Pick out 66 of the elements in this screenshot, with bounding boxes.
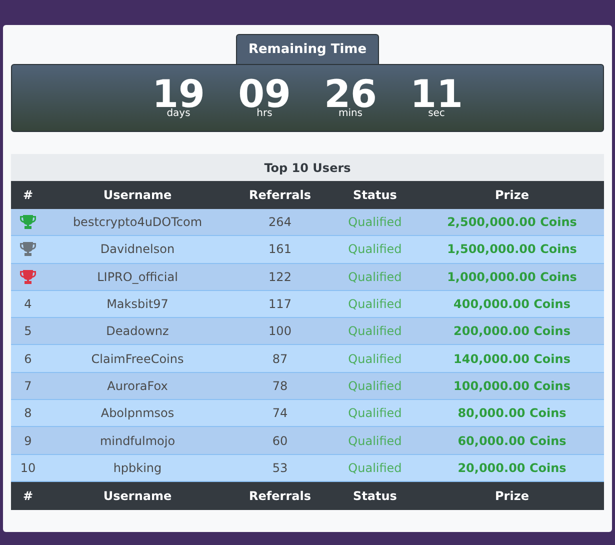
rank-number: 5 [24, 323, 32, 340]
prize-cell-text: 1,000,000.00 Coins [447, 268, 577, 286]
prize-cell-text: 60,000.00 Coins [458, 432, 566, 450]
prize-cell-text: 100,000.00 Coins [454, 378, 570, 395]
countdown-number: 26 [324, 79, 377, 109]
username-cell-text: bestcrypto4uDOTcom [72, 214, 202, 232]
status-cell-text: Qualified [348, 378, 402, 395]
countdown-unit: mins [338, 109, 363, 119]
username-cell-text: Davidnelson [100, 241, 175, 258]
status-cell-text: Qualified [348, 214, 402, 232]
rank-number: 6 [24, 350, 32, 368]
column-header: Username [103, 187, 172, 204]
prize-cell-text: 20,000.00 Coins [458, 460, 566, 477]
countdown-number: 19 [152, 79, 205, 109]
column-header: # [22, 488, 34, 505]
status-cell-text: Qualified [348, 296, 402, 314]
column-header: Prize [495, 187, 529, 204]
rank-number: 4 [24, 296, 32, 314]
referrals-cell-text: 264 [268, 214, 292, 232]
username-cell-text: AuroraFox [107, 378, 168, 395]
referrals-cell-text: 117 [268, 296, 292, 314]
prize-cell-text: 140,000.00 Coins [454, 350, 570, 368]
prize-cell-text: 80,000.00 Coins [458, 405, 566, 422]
username-cell-text: LIPRO_official [97, 268, 178, 286]
rank-number: 7 [24, 378, 32, 395]
rank-number: 8 [24, 405, 32, 422]
status-cell-text: Qualified [348, 241, 402, 258]
referrals-cell-text: 122 [268, 268, 292, 286]
username-cell-text: hpbking [113, 460, 162, 477]
column-header: Referrals [249, 488, 311, 505]
prize-cell-text: 400,000.00 Coins [454, 296, 570, 314]
column-header: Username [103, 488, 172, 505]
countdown-unit: sec [428, 109, 445, 119]
username-cell-text: Maksbit97 [106, 296, 168, 314]
rank-number: 10 [20, 460, 36, 477]
referrals-cell-text: 161 [268, 241, 292, 258]
status-cell-text: Qualified [348, 460, 402, 477]
column-header: Referrals [249, 187, 311, 204]
prize-cell-text: 1,500,000.00 Coins [447, 241, 577, 258]
countdown-number: 09 [238, 79, 291, 109]
countdown-unit: hrs [256, 109, 272, 119]
referrals-cell-text: 74 [272, 405, 288, 422]
prize-cell-text: 200,000.00 Coins [454, 323, 570, 340]
username-cell-text: Abolpnmsos [100, 405, 174, 422]
referrals-cell-text: 53 [272, 460, 288, 477]
countdown-unit: days [166, 109, 190, 119]
status-cell-text: Qualified [348, 405, 402, 422]
username-cell-text: Deadownz [106, 323, 169, 340]
referrals-cell-text: 87 [272, 350, 288, 368]
column-header: # [22, 187, 34, 204]
referrals-cell-text: 100 [268, 323, 292, 340]
username-cell-text: ClaimFreeCoins [91, 350, 184, 368]
column-header: Status [353, 187, 397, 204]
prize-cell-text: 2,500,000.00 Coins [447, 214, 577, 232]
status-cell-text: Qualified [348, 350, 402, 368]
status-cell-text: Qualified [348, 268, 402, 286]
rank-number: 9 [24, 432, 32, 450]
status-cell-text: Qualified [348, 323, 402, 340]
table-title-text: Top 10 Users [264, 160, 351, 176]
column-header: Status [353, 488, 397, 505]
column-header: Prize [495, 488, 529, 505]
username-cell-text: mindfulmojo [100, 432, 176, 450]
referrals-cell-text: 60 [272, 432, 288, 450]
referrals-cell-text: 78 [272, 378, 288, 395]
status-cell-text: Qualified [348, 432, 402, 450]
countdown-number: 11 [410, 79, 463, 109]
